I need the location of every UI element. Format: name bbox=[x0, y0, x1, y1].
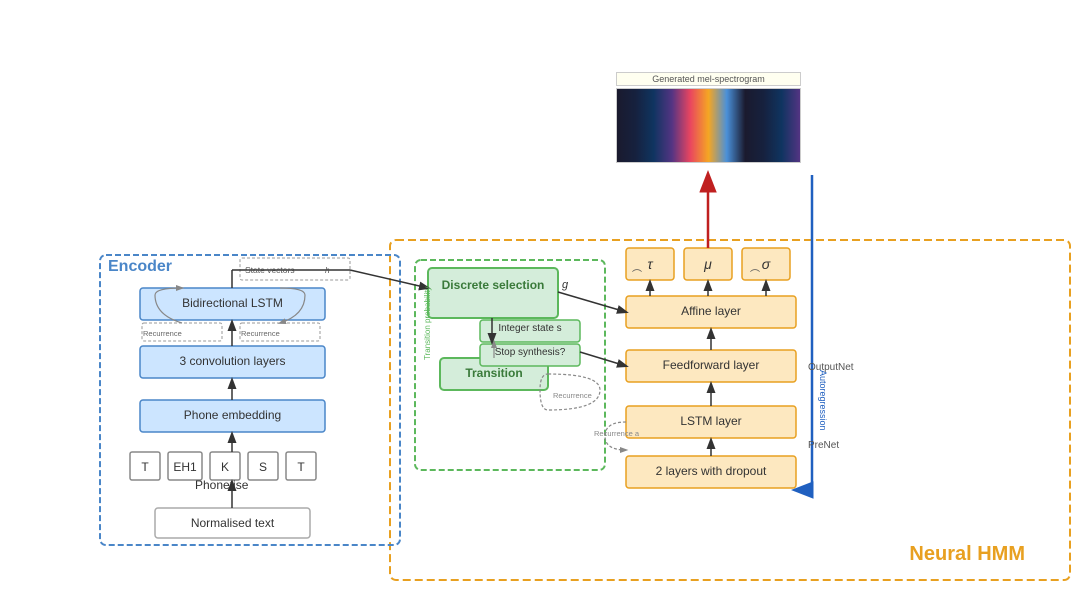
bidirectional-lstm-label: Bidirectional LSTM bbox=[140, 296, 325, 310]
phone-T2: T bbox=[286, 460, 316, 474]
feedforward-label: Feedforward layer bbox=[626, 358, 796, 372]
integer-state-label: Integer state s bbox=[480, 323, 580, 334]
svg-text:Autoregression: Autoregression bbox=[818, 370, 828, 431]
affine-layer-label: Affine layer bbox=[626, 304, 796, 318]
spectrogram-image bbox=[616, 88, 801, 163]
lstm-layer-label: LSTM layer bbox=[626, 414, 796, 428]
phone-EH1: EH1 bbox=[168, 460, 202, 474]
phone-embedding-label: Phone embedding bbox=[140, 408, 325, 422]
svg-text:State vectors: State vectors bbox=[245, 265, 295, 275]
svg-text:Recurrence a: Recurrence a bbox=[594, 429, 640, 438]
normalised-text-label: Normalised text bbox=[155, 516, 310, 530]
sigma-label: σ bbox=[742, 256, 790, 272]
svg-text:Recurrence: Recurrence bbox=[143, 329, 182, 338]
conv-layers-label: 3 convolution layers bbox=[140, 354, 325, 368]
svg-text:Recurrence: Recurrence bbox=[241, 329, 280, 338]
phone-T1: T bbox=[130, 460, 160, 474]
svg-text:h: h bbox=[325, 265, 330, 275]
diagram-container: Autoregression PreNet OutputNet Transiti… bbox=[0, 0, 1080, 608]
phone-K: K bbox=[210, 460, 240, 474]
svg-text:Recurrence: Recurrence bbox=[553, 391, 592, 400]
svg-text:Transition probability: Transition probability bbox=[423, 286, 432, 360]
phonetise-label: Phonetise bbox=[195, 478, 248, 492]
mu-label: μ bbox=[684, 256, 732, 272]
transition-label: Transition bbox=[440, 366, 548, 380]
neural-hmm-title: Neural HMM bbox=[909, 543, 1025, 566]
svg-text:g: g bbox=[562, 279, 569, 291]
spectrogram-label: Generated mel-spectrogram bbox=[616, 72, 801, 86]
discrete-selection-label: Discrete selection bbox=[428, 278, 558, 292]
svg-text:OutputNet: OutputNet bbox=[808, 362, 854, 373]
svg-text:PreNet: PreNet bbox=[808, 440, 839, 451]
phone-S: S bbox=[248, 460, 278, 474]
two-layers-label: 2 layers with dropout bbox=[626, 464, 796, 478]
spectrogram-inner bbox=[617, 89, 800, 162]
tau-label: τ bbox=[626, 256, 674, 272]
stop-synthesis-label: Stop synthesis? bbox=[480, 347, 580, 358]
encoder-title: Encoder bbox=[108, 258, 172, 276]
